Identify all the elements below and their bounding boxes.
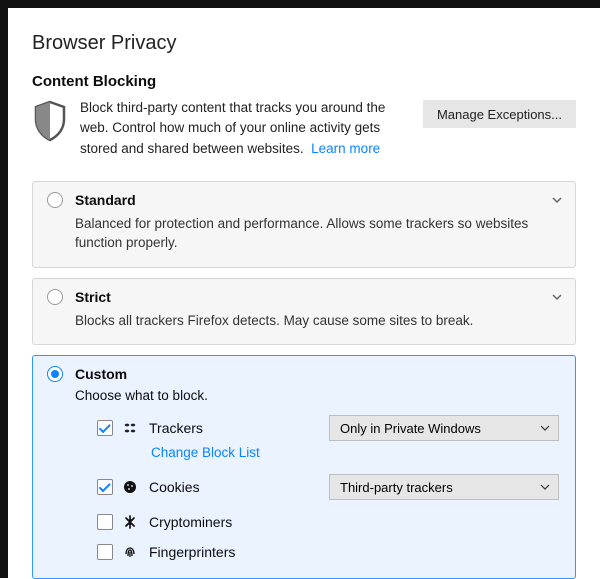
standard-description: Balanced for protection and performance.… bbox=[75, 214, 561, 253]
custom-subtitle: Choose what to block. bbox=[75, 388, 561, 403]
custom-item-fingerprinters: Fingerprinters bbox=[97, 544, 561, 560]
learn-more-link[interactable]: Learn more bbox=[311, 141, 380, 156]
strict-radio[interactable] bbox=[47, 289, 63, 305]
cookies-checkbox[interactable] bbox=[97, 479, 113, 495]
custom-item-cookies: Cookies Third-party trackers bbox=[97, 474, 561, 500]
strict-title: Strict bbox=[75, 289, 111, 305]
option-standard-panel[interactable]: Standard Balanced for protection and per… bbox=[32, 181, 576, 268]
cookies-icon bbox=[123, 480, 139, 494]
cryptominers-checkbox[interactable] bbox=[97, 514, 113, 530]
fingerprinters-label: Fingerprinters bbox=[149, 544, 319, 560]
option-strict-panel[interactable]: Strict Blocks all trackers Firefox detec… bbox=[32, 278, 576, 346]
content-blocking-header: Block third-party content that tracks yo… bbox=[32, 98, 576, 159]
manage-exceptions-button[interactable]: Manage Exceptions... bbox=[423, 100, 576, 128]
cookies-label: Cookies bbox=[149, 479, 319, 495]
chevron-down-icon[interactable] bbox=[551, 194, 563, 206]
chevron-down-icon[interactable] bbox=[551, 291, 563, 303]
trackers-label: Trackers bbox=[149, 420, 319, 436]
standard-title: Standard bbox=[75, 192, 136, 208]
custom-item-trackers: Trackers Only in Private Windows bbox=[97, 415, 561, 441]
content-blocking-description: Block third-party content that tracks yo… bbox=[80, 98, 411, 159]
cryptominers-icon bbox=[123, 515, 139, 529]
shield-icon bbox=[32, 100, 68, 142]
custom-radio[interactable] bbox=[47, 366, 63, 382]
trackers-icon bbox=[123, 421, 139, 435]
custom-title: Custom bbox=[75, 366, 127, 382]
strict-description: Blocks all trackers Firefox detects. May… bbox=[75, 311, 561, 331]
trackers-checkbox[interactable] bbox=[97, 420, 113, 436]
content-blocking-heading: Content Blocking bbox=[32, 73, 576, 90]
option-custom-panel[interactable]: Custom Choose what to block. bbox=[32, 355, 576, 579]
caret-down-icon bbox=[540, 423, 550, 433]
cryptominers-label: Cryptominers bbox=[149, 514, 319, 530]
change-block-list-link[interactable]: Change Block List bbox=[151, 445, 260, 460]
fingerprinters-icon bbox=[123, 545, 139, 559]
trackers-dropdown[interactable]: Only in Private Windows bbox=[329, 415, 559, 441]
change-block-list-row: Change Block List bbox=[151, 445, 561, 460]
fingerprinters-checkbox[interactable] bbox=[97, 544, 113, 560]
caret-down-icon bbox=[540, 482, 550, 492]
custom-item-cryptominers: Cryptominers bbox=[97, 514, 561, 530]
page-title: Browser Privacy bbox=[32, 32, 576, 55]
standard-radio[interactable] bbox=[47, 192, 63, 208]
cookies-dropdown[interactable]: Third-party trackers bbox=[329, 474, 559, 500]
